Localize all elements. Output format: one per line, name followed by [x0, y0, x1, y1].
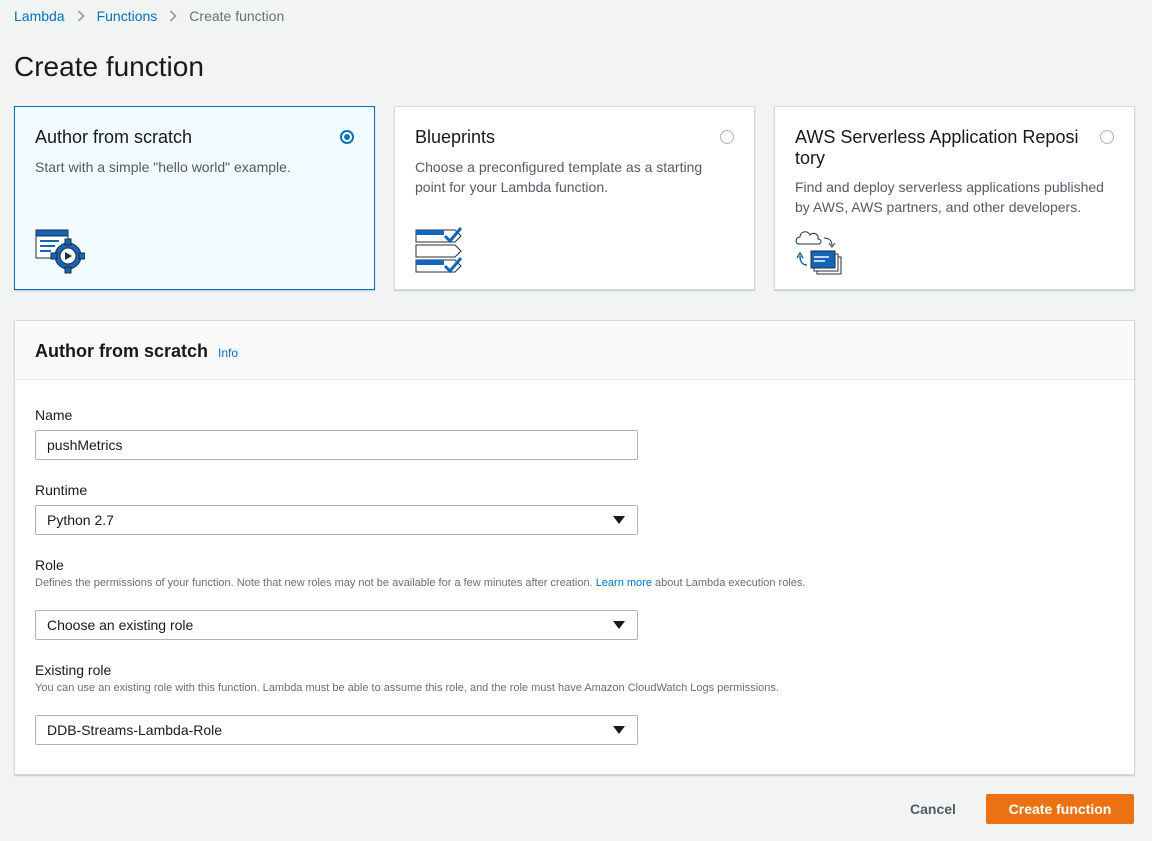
role-select[interactable]: Choose an existing role: [35, 610, 638, 640]
breadcrumb: Lambda Functions Create function: [14, 7, 284, 25]
create-function-page: Lambda Functions Create function Create …: [0, 0, 1152, 841]
author-from-scratch-icon: [35, 226, 86, 279]
panel-title: Author from scratch: [35, 341, 209, 361]
role-select-value: Choose an existing role: [47, 617, 194, 633]
existing-role-label: Existing role: [35, 662, 112, 678]
runtime-select[interactable]: Python 2.7: [35, 505, 638, 535]
option-description: Start with a simple "hello world" exampl…: [35, 159, 291, 175]
info-link[interactable]: Info: [218, 346, 238, 360]
chevron-right-icon: [77, 10, 85, 22]
option-title: Author from scratch: [35, 127, 193, 147]
existing-role-field: Existing role You can use an existing ro…: [35, 662, 835, 696]
create-function-button[interactable]: Create function: [986, 794, 1134, 824]
option-author-from-scratch[interactable]: Author from scratch Start with a simple …: [14, 106, 375, 290]
role-description-text: Defines the permissions of your function…: [35, 577, 593, 589]
runtime-field: Runtime: [35, 482, 835, 498]
page-title: Create function: [14, 51, 204, 82]
runtime-select-value: Python 2.7: [47, 512, 114, 528]
role-description-text-after: about Lambda execution roles.: [655, 577, 806, 589]
runtime-label: Runtime: [35, 482, 88, 498]
breadcrumb-functions-link[interactable]: Functions: [97, 8, 158, 24]
existing-role-description: You can use an existing role with this f…: [35, 682, 779, 694]
option-title: AWS Serverless Application Reposi tory: [795, 127, 1079, 168]
name-field: Name: [35, 407, 835, 423]
name-label: Name: [35, 407, 73, 423]
caret-down-icon: [613, 726, 625, 734]
existing-role-select[interactable]: DDB-Streams-Lambda-Role: [35, 715, 638, 745]
learn-more-link[interactable]: Learn more: [596, 577, 652, 589]
caret-down-icon: [613, 621, 625, 629]
breadcrumb-current: Create function: [189, 8, 285, 24]
option-serverless-application-repository[interactable]: AWS Serverless Application Reposi tory F…: [774, 106, 1135, 290]
existing-role-select-value: DDB-Streams-Lambda-Role: [47, 722, 223, 738]
name-input[interactable]: [35, 430, 638, 460]
blueprints-icon: [415, 227, 465, 280]
option-radio-blueprints[interactable]: [720, 130, 734, 144]
cancel-button[interactable]: Cancel: [894, 794, 972, 824]
option-description: Find and deploy serverless applications …: [795, 179, 1104, 215]
option-radio-author-from-scratch[interactable]: [340, 130, 354, 144]
option-blueprints[interactable]: Blueprints Choose a preconfigured templa…: [394, 106, 755, 290]
role-description: Defines the permissions of your function…: [35, 575, 825, 591]
role-label: Role: [35, 557, 64, 573]
chevron-right-icon: [169, 10, 177, 22]
author-from-scratch-panel: Author from scratch Info Name Runtime Py…: [14, 320, 1135, 775]
caret-down-icon: [613, 516, 625, 524]
panel-header: Author from scratch Info: [15, 321, 1134, 380]
option-radio-serverless-application-repository[interactable]: [1100, 130, 1114, 144]
role-field: Role Defines the permissions of your fun…: [35, 557, 835, 591]
option-description: Choose a preconfigured template as a sta…: [415, 159, 703, 195]
breadcrumb-lambda-link[interactable]: Lambda: [14, 8, 65, 24]
serverless-repository-icon: [795, 227, 845, 280]
option-title: Blueprints: [415, 127, 496, 147]
